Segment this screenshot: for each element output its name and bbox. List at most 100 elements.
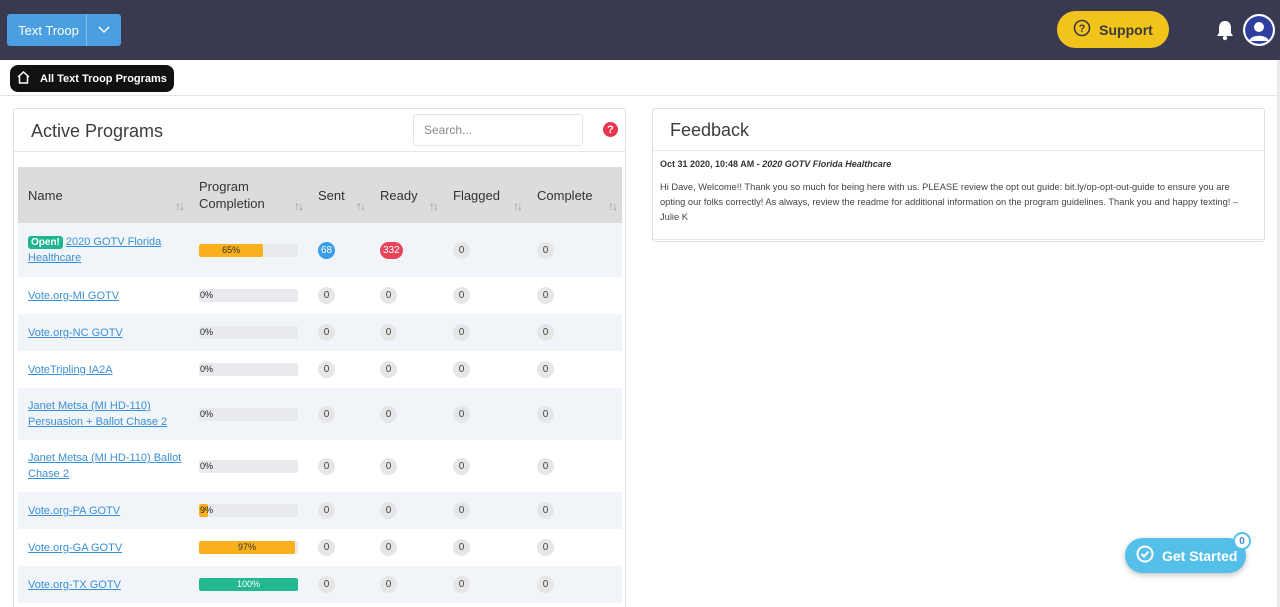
org-selector-button[interactable]: Text Troop xyxy=(7,14,121,46)
breadcrumb-all-programs[interactable]: All Text Troop Programs xyxy=(10,65,174,92)
help-icon[interactable]: ? xyxy=(603,122,618,137)
ready-count-badge: 0 xyxy=(380,324,397,341)
feedback-panel: Feedback Oct 31 2020, 10:48 AM - 2020 GO… xyxy=(652,108,1265,242)
chevron-down-icon[interactable] xyxy=(87,14,121,46)
get-started-button[interactable]: Get Started xyxy=(1125,538,1246,573)
home-icon xyxy=(16,70,31,87)
support-label: Support xyxy=(1099,21,1153,38)
table-row: Vote.org-PA GOTV 9% 0 0 0 0 xyxy=(18,492,622,529)
search-input[interactable] xyxy=(413,114,583,146)
breadcrumb-label: All Text Troop Programs xyxy=(40,72,167,85)
program-name-cell: Open! 2020 GOTV Florida Healthcare xyxy=(18,223,189,277)
ready-count-cell: 0 xyxy=(370,566,443,603)
user-avatar-icon[interactable] xyxy=(1243,14,1275,46)
flagged-count-cell: 0 xyxy=(443,388,527,440)
flagged-count-cell: 0 xyxy=(443,223,527,277)
table-row: Vote.org-TX GOTV 100% 0 0 0 0 xyxy=(18,566,622,603)
flagged-count-badge: 0 xyxy=(453,457,470,475)
program-link[interactable]: Vote.org-MI GOTV xyxy=(28,290,119,302)
sort-icon[interactable]: ↑↓ xyxy=(429,199,439,213)
program-name-cell: Janet Metsa (MI HD-110) Persuasion + Bal… xyxy=(18,388,189,440)
program-link[interactable]: Vote.org-PA GOTV xyxy=(28,505,120,517)
sent-count-cell: 68 xyxy=(308,223,370,277)
ready-count-cell: 0 xyxy=(370,351,443,388)
complete-count-badge: 0 xyxy=(537,324,554,341)
support-button[interactable]: ? Support xyxy=(1057,11,1169,48)
sent-count-cell: 0 xyxy=(308,277,370,314)
feedback-timestamp: Oct 31 2020, 10:48 AM - xyxy=(660,159,760,169)
sort-icon[interactable]: ↑↓ xyxy=(608,199,618,213)
program-link[interactable]: Vote.org-TX GOTV xyxy=(28,579,121,591)
feedback-program: 2020 GOTV Florida Healthcare xyxy=(762,159,892,169)
progress-bar: 100% xyxy=(199,578,298,591)
program-link[interactable]: Vote.org-GA GOTV xyxy=(28,542,122,554)
complete-count-cell: 0 xyxy=(527,351,622,388)
column-header-ready[interactable]: Ready ↑↓ xyxy=(370,167,443,223)
completion-cell: 0% xyxy=(189,440,308,492)
question-circle-icon: ? xyxy=(1073,19,1091,40)
sort-icon[interactable]: ↑↓ xyxy=(294,199,304,213)
column-header-name[interactable]: Name ↑↓ xyxy=(18,167,189,223)
table-row: Vote.org-GA GOTV 97% 0 0 0 0 xyxy=(18,529,622,566)
ready-count-badge: 332 xyxy=(380,241,403,259)
ready-count-cell: 0 xyxy=(370,277,443,314)
completion-cell: 100% xyxy=(189,566,308,603)
program-name-cell: Vote.org-PA GOTV xyxy=(18,492,189,529)
complete-count-cell: 0 xyxy=(527,314,622,351)
completion-cell: 0% xyxy=(189,351,308,388)
program-link[interactable]: Janet Metsa (MI HD-110) Persuasion + Bal… xyxy=(28,400,167,428)
program-name-cell: Janet Metsa (MI HD-110) Ballot Chase 2 xyxy=(18,440,189,492)
completion-cell: 0% xyxy=(189,314,308,351)
column-header-complete[interactable]: Complete ↑↓ xyxy=(527,167,622,223)
progress-label: 100% xyxy=(236,579,261,589)
sort-icon[interactable]: ↑↓ xyxy=(356,199,366,213)
get-started-label: Get Started xyxy=(1162,547,1238,564)
table-header-row: Name ↑↓ Program Completion ↑↓ Sent ↑↓ Ready… xyxy=(18,167,622,223)
program-link[interactable]: VoteTripling IA2A xyxy=(28,364,113,376)
complete-count-badge: 0 xyxy=(537,287,554,304)
ready-count-badge: 0 xyxy=(380,361,397,378)
flagged-count-badge: 0 xyxy=(453,241,470,259)
sent-count-badge: 0 xyxy=(318,576,335,593)
ready-count-cell: 0 xyxy=(370,314,443,351)
flagged-count-badge: 0 xyxy=(453,405,470,423)
program-link[interactable]: Janet Metsa (MI HD-110) Ballot Chase 2 xyxy=(28,452,181,480)
program-name-cell: Vote.org-NC GOTV xyxy=(18,314,189,351)
sent-count-badge: 0 xyxy=(318,457,335,475)
progress-bar: 0% xyxy=(199,407,298,421)
column-header-flagged[interactable]: Flagged ↑↓ xyxy=(443,167,527,223)
complete-count-cell: 0 xyxy=(527,492,622,529)
progress-label: 0% xyxy=(200,408,214,419)
progress-label: 0% xyxy=(200,460,214,471)
progress-bar: 0% xyxy=(199,363,298,376)
sort-icon[interactable]: ↑↓ xyxy=(175,199,185,213)
complete-count-badge: 0 xyxy=(537,539,554,556)
sort-icon[interactable]: ↑↓ xyxy=(513,199,523,213)
complete-count-badge: 0 xyxy=(537,576,554,593)
column-header-completion[interactable]: Program Completion ↑↓ xyxy=(189,167,308,223)
header-divider xyxy=(0,95,1280,96)
ready-count-cell: 0 xyxy=(370,529,443,566)
flagged-count-cell: 0 xyxy=(443,440,527,492)
column-header-sent[interactable]: Sent ↑↓ xyxy=(308,167,370,223)
programs-table: Name ↑↓ Program Completion ↑↓ Sent ↑↓ Ready… xyxy=(18,167,622,603)
active-programs-panel: Active Programs ? Name↑↓ Program Complet… xyxy=(13,108,626,607)
ready-count-badge: 0 xyxy=(380,539,397,556)
get-started-count-badge: 0 xyxy=(1233,532,1251,550)
bell-icon[interactable] xyxy=(1215,19,1235,41)
svg-text:?: ? xyxy=(1079,23,1086,35)
progress-label: 65% xyxy=(222,244,241,255)
progress-bar: 65% xyxy=(199,243,298,257)
table-row: Janet Metsa (MI HD-110) Ballot Chase 2 0%… xyxy=(18,440,622,492)
active-programs-title: Active Programs xyxy=(31,121,164,141)
completion-cell: 9% xyxy=(189,492,308,529)
program-link[interactable]: Vote.org-NC GOTV xyxy=(28,327,123,339)
progress-bar: 97% xyxy=(199,541,298,554)
ready-count-badge: 0 xyxy=(380,502,397,519)
progress-bar: 0% xyxy=(199,459,298,473)
program-name-cell: VoteTripling IA2A xyxy=(18,351,189,388)
ready-count-cell: 0 xyxy=(370,388,443,440)
table-row: Vote.org-NC GOTV 0% 0 0 0 0 xyxy=(18,314,622,351)
sent-count-badge: 0 xyxy=(318,287,335,304)
flagged-count-cell: 0 xyxy=(443,529,527,566)
